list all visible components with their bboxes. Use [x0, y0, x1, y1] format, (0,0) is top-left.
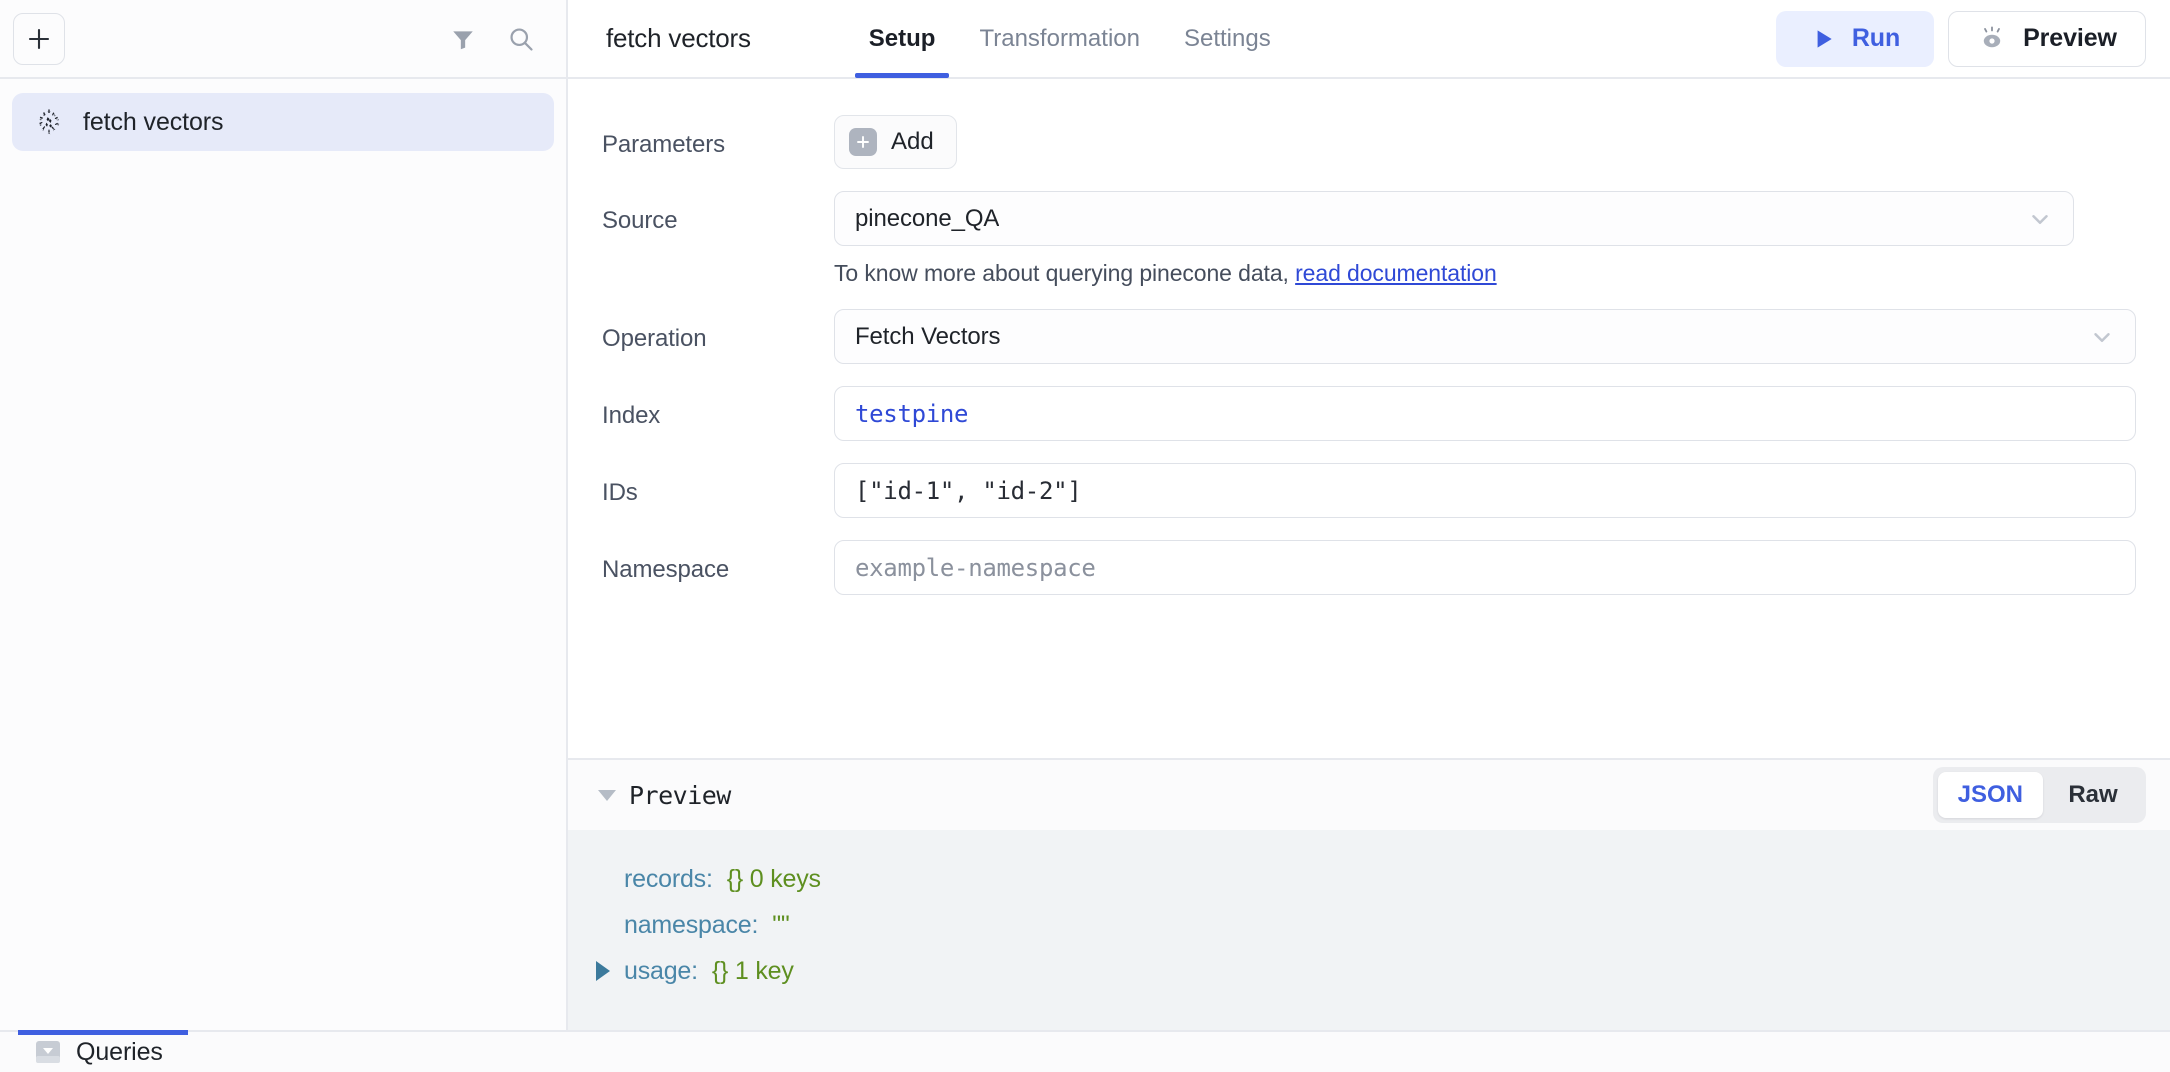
run-button-label: Run: [1852, 24, 1900, 53]
json-value: "": [772, 911, 789, 940]
tab-settings[interactable]: Settings: [1162, 0, 1293, 78]
tab-setup[interactable]: Setup: [847, 0, 958, 78]
tab-transformation-label: Transformation: [979, 25, 1140, 53]
plus-glyph-icon: [854, 133, 872, 151]
operation-value: Fetch Vectors: [855, 323, 1000, 351]
json-value: {} 1 key: [712, 957, 794, 986]
form-row-operation: Operation Fetch Vectors: [602, 309, 2136, 364]
chevron-down-icon: [2089, 324, 2115, 350]
workspace: fetch vectors fetch vectors Setup Transf…: [0, 0, 2170, 1030]
index-label: Index: [602, 386, 834, 430]
index-control: testpine: [834, 386, 2136, 441]
namespace-label: Namespace: [602, 540, 834, 584]
pinecone-icon: [34, 107, 64, 137]
namespace-control: example-namespace: [834, 540, 2136, 595]
json-key: records:: [624, 865, 713, 894]
main-header: fetch vectors Setup Transformation Setti…: [568, 0, 2170, 79]
tab-bar: Setup Transformation Settings: [847, 0, 1293, 78]
operation-label: Operation: [602, 309, 834, 353]
view-mode-toggle: JSON Raw: [1933, 767, 2146, 823]
ids-control: ["id-1", "id-2"]: [834, 463, 2136, 518]
json-key: usage:: [624, 957, 698, 986]
preview-panel: Preview JSON Raw records:: [568, 758, 2170, 1030]
view-mode-json-label: JSON: [1958, 781, 2023, 809]
caret-down-icon[interactable]: [598, 790, 616, 801]
query-list: fetch vectors: [0, 79, 566, 1030]
add-parameter-label: Add: [891, 128, 934, 156]
run-button[interactable]: Run: [1776, 11, 1934, 67]
filter-button[interactable]: [440, 16, 486, 62]
parameters-label: Parameters: [602, 115, 834, 159]
preview-button[interactable]: Preview: [1948, 11, 2146, 67]
view-mode-raw-label: Raw: [2068, 781, 2117, 809]
form-row-parameters: Parameters Add: [602, 115, 2136, 169]
source-helper-text: To know more about querying pinecone dat…: [834, 260, 2136, 287]
sidebar-item-fetch-vectors[interactable]: fetch vectors: [12, 93, 554, 151]
json-value: {} 0 keys: [727, 865, 821, 894]
tab-transformation[interactable]: Transformation: [957, 0, 1162, 78]
form-row-index: Index testpine: [602, 386, 2136, 441]
sidebar: fetch vectors: [0, 0, 568, 1030]
plus-icon: [26, 26, 52, 52]
form-row-ids: IDs ["id-1", "id-2"]: [602, 463, 2136, 518]
main-pane: fetch vectors Setup Transformation Setti…: [568, 0, 2170, 1030]
namespace-input[interactable]: example-namespace: [834, 540, 2136, 595]
form-row-namespace: Namespace example-namespace: [602, 540, 2136, 595]
view-mode-json[interactable]: JSON: [1938, 772, 2043, 818]
ids-label: IDs: [602, 463, 834, 507]
source-value: pinecone_QA: [855, 205, 999, 233]
tab-settings-label: Settings: [1184, 25, 1271, 53]
json-output: records: {} 0 keys namespace: "" usage: …: [568, 830, 2170, 1030]
bottom-bar: Queries: [0, 1030, 2170, 1072]
source-helper-prefix: To know more about querying pinecone dat…: [834, 260, 1295, 286]
json-row-namespace: namespace: "": [568, 902, 2170, 948]
index-input[interactable]: testpine: [834, 386, 2136, 441]
preview-button-label: Preview: [2023, 24, 2117, 53]
add-query-button[interactable]: [13, 13, 65, 65]
source-label: Source: [602, 191, 834, 235]
queries-panel-toggle[interactable]: Queries: [34, 1038, 163, 1067]
chevron-down-icon: [2027, 206, 2053, 232]
ids-input[interactable]: ["id-1", "id-2"]: [834, 463, 2136, 518]
ids-value: ["id-1", "id-2"]: [855, 477, 1081, 505]
plus-icon: [849, 128, 877, 156]
form-row-source: Source pinecone_QA To know more about qu…: [602, 191, 2136, 287]
page-title: fetch vectors: [606, 23, 751, 54]
app-root: fetch vectors fetch vectors Setup Transf…: [0, 0, 2170, 1072]
filter-icon: [450, 26, 476, 52]
active-panel-accent: [18, 1030, 188, 1035]
eye-icon: [1977, 26, 2007, 52]
json-row-records: records: {} 0 keys: [568, 856, 2170, 902]
source-select[interactable]: pinecone_QA: [834, 191, 2074, 246]
parameters-control: Add: [834, 115, 2136, 169]
header-actions: Run Preview: [1776, 11, 2146, 67]
preview-title: Preview: [629, 781, 731, 810]
panel-bottom-icon: [34, 1039, 62, 1065]
namespace-placeholder: example-namespace: [855, 554, 1096, 582]
operation-control: Fetch Vectors: [834, 309, 2136, 364]
source-control: pinecone_QA To know more about querying …: [834, 191, 2136, 287]
sidebar-item-label: fetch vectors: [83, 108, 223, 137]
expand-triangle-icon[interactable]: [596, 961, 610, 981]
json-key: namespace:: [624, 911, 758, 940]
operation-select[interactable]: Fetch Vectors: [834, 309, 2136, 364]
setup-form: Parameters Add Source: [568, 79, 2170, 758]
sidebar-toolbar: [0, 0, 566, 79]
preview-toolbar: Preview JSON Raw: [568, 760, 2170, 830]
queries-label: Queries: [76, 1038, 163, 1067]
play-icon: [1810, 26, 1836, 52]
json-row-usage: usage: {} 1 key: [568, 948, 2170, 994]
search-button[interactable]: [498, 16, 544, 62]
search-icon: [507, 25, 535, 53]
index-value: testpine: [855, 400, 968, 428]
tab-setup-label: Setup: [869, 25, 936, 53]
add-parameter-button[interactable]: Add: [834, 115, 957, 169]
view-mode-raw[interactable]: Raw: [2045, 772, 2141, 818]
read-documentation-link[interactable]: read documentation: [1295, 260, 1497, 286]
